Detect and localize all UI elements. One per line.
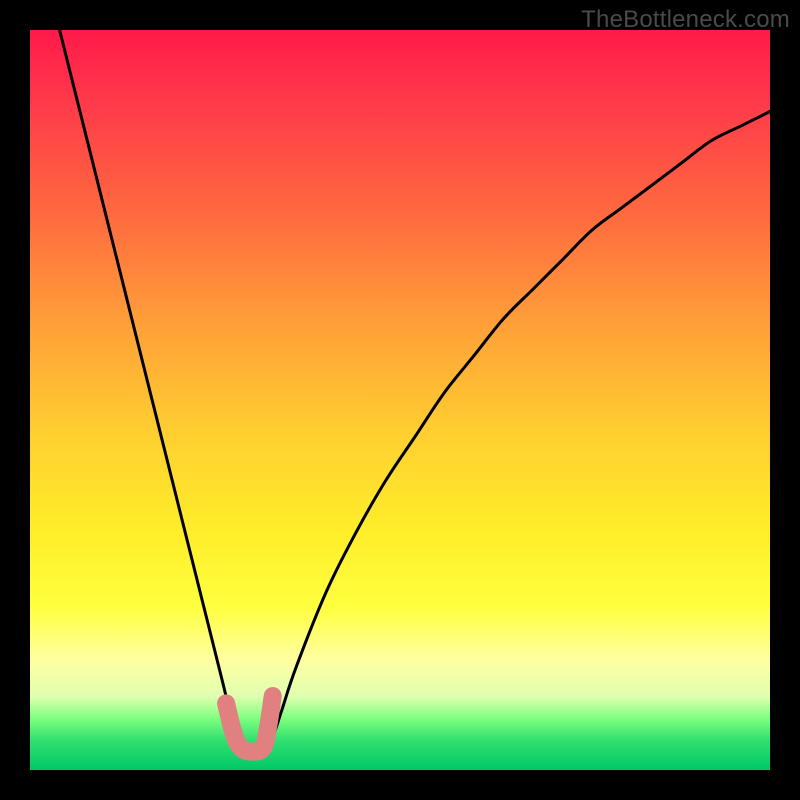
plot-area	[30, 30, 770, 770]
watermark-text: TheBottleneck.com	[581, 6, 790, 34]
chart-overlay	[30, 30, 770, 770]
optimal-marker	[226, 696, 273, 752]
chart-canvas: TheBottleneck.com	[0, 0, 800, 800]
bottleneck-curve	[60, 30, 770, 756]
